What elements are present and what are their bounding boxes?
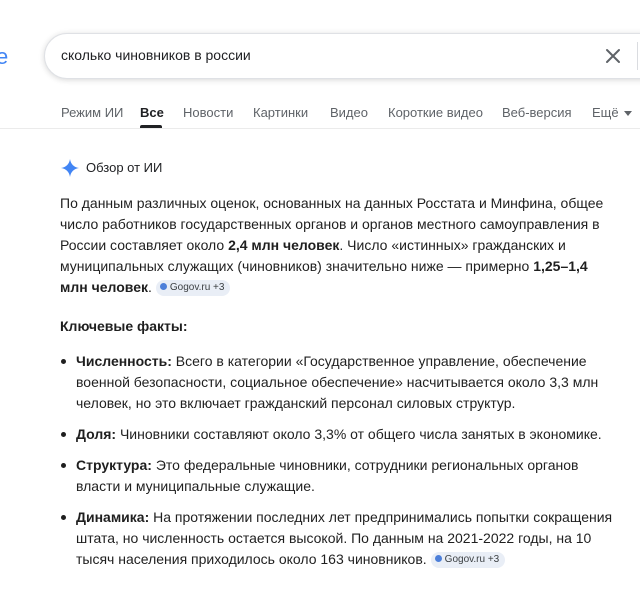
- search-box[interactable]: сколько чиновников в россии: [44, 33, 640, 79]
- tab-ai-mode[interactable]: Режим ИИ: [61, 105, 123, 120]
- list-item: Численность: Всего в категории «Государс…: [61, 351, 616, 414]
- tab-images[interactable]: Картинки: [253, 105, 308, 120]
- list-item: Доля: Чиновники составляют около 3,3% от…: [61, 424, 616, 445]
- google-logo-fragment[interactable]: e: [0, 44, 8, 70]
- search-divider: [637, 42, 638, 70]
- facts-list: Численность: Всего в категории «Государс…: [60, 351, 616, 570]
- tab-videos[interactable]: Видео: [330, 105, 368, 120]
- intro-paragraph: По данным различных оценок, основанных н…: [60, 195, 604, 297]
- search-tabs: Режим ИИ Все Новости Картинки Видео Коро…: [0, 96, 640, 128]
- source-chip[interactable]: Gogov.ru +3: [430, 552, 506, 569]
- list-item: Структура: Это федеральные чиновники, со…: [61, 455, 616, 497]
- clear-search-button[interactable]: [601, 44, 625, 68]
- search-input[interactable]: сколько чиновников в россии: [61, 47, 251, 63]
- source-favicon-icon: [434, 555, 442, 563]
- ai-overview-content: По данным различных оценок, основанных н…: [60, 193, 616, 580]
- ai-overview-label: Обзор от ИИ: [86, 160, 163, 175]
- list-item: Динамика: На протяжении последних лет пр…: [61, 507, 616, 570]
- tab-all[interactable]: Все: [140, 105, 164, 120]
- header: e сколько чиновников в россии: [0, 0, 640, 100]
- tab-more[interactable]: Ещё: [592, 105, 632, 120]
- chevron-down-icon: [623, 111, 632, 117]
- tab-web[interactable]: Веб-версия: [502, 105, 572, 120]
- tab-more-label: Ещё: [592, 105, 619, 120]
- source-chip[interactable]: Gogov.ru +3: [155, 280, 231, 297]
- tab-news[interactable]: Новости: [183, 105, 233, 120]
- source-favicon-icon: [159, 283, 167, 291]
- tabs-divider: [0, 128, 640, 129]
- tab-short-videos[interactable]: Короткие видео: [388, 105, 483, 120]
- key-facts-heading: Ключевые факты:: [60, 318, 188, 334]
- sparkle-icon: [61, 159, 79, 177]
- close-icon: [606, 49, 620, 63]
- highlight-total: 2,4 млн человек: [228, 237, 340, 253]
